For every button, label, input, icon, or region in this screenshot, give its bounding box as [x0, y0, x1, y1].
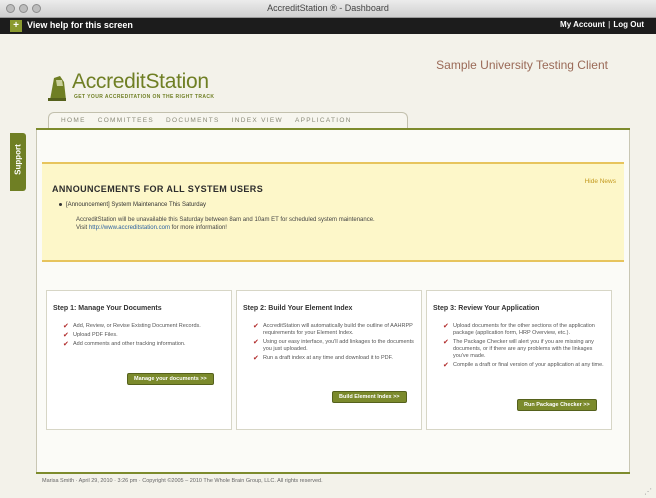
tab-home[interactable]: HOME — [61, 117, 86, 124]
help-bar: + View help for this screen My Account | L… — [0, 18, 656, 34]
step-title: Step 2: Build Your Element Index — [243, 305, 353, 312]
step-title: Step 3: Review Your Application — [433, 305, 540, 312]
footer-text: Marisa Smith · April 29, 2010 · 3:26 pm … — [42, 478, 323, 484]
tab-documents[interactable]: DOCUMENTS — [166, 117, 220, 124]
step-2-card: Step 2: Build Your Element Index ✔ Accred… — [236, 290, 422, 430]
hide-news-link[interactable]: Hide News — [585, 178, 616, 185]
announcements-box: Hide News ANNOUNCEMENTS FOR ALL SYSTEM U… — [42, 162, 624, 262]
run-package-checker-button[interactable]: Run Package Checker >> — [517, 399, 597, 411]
checkmark-icon: ✔ — [253, 339, 259, 346]
manage-documents-button[interactable]: Manage your documents >> — [127, 373, 214, 385]
tab-committees[interactable]: COMMITTEES — [98, 117, 154, 124]
main-nav-tabs: HOME COMMITTEES DOCUMENTS INDEX VIEW APP… — [48, 112, 408, 128]
list-item: ✔ Run a draft index at any time and downl… — [253, 355, 393, 362]
account-links: My Account | Log Out — [560, 20, 644, 29]
build-element-index-button[interactable]: Build Element Index >> — [332, 391, 407, 403]
checkmark-icon: ✔ — [253, 323, 259, 330]
list-item: ✔ Using our easy interface, you'll add li… — [253, 339, 414, 352]
checkmark-icon: ✔ — [443, 339, 449, 346]
step-list: ✔ Add, Review, or Revise Existing Documen… — [63, 323, 228, 350]
step-title: Step 1: Manage Your Documents — [53, 305, 162, 312]
window-title: AccreditStation ® - Dashboard — [267, 3, 389, 13]
checkmark-icon: ✔ — [443, 323, 449, 330]
announcements-title: ANNOUNCEMENTS FOR ALL SYSTEM USERS — [52, 184, 264, 194]
step-list: ✔ AccreditStation will automatically buil… — [253, 323, 418, 364]
step-list: ✔ Upload documents for the other sections… — [443, 323, 608, 371]
checkmark-icon: ✔ — [443, 362, 449, 369]
list-item: ✔ Add comments and other tracking informa… — [63, 341, 186, 348]
support-tab[interactable]: Support — [10, 133, 26, 191]
tab-application[interactable]: APPLICATION — [295, 117, 352, 124]
my-account-link[interactable]: My Account — [560, 20, 605, 29]
list-item: ✔ The Package Checker will alert you if y… — [443, 339, 594, 359]
checkmark-icon: ✔ — [63, 341, 69, 348]
list-item: ✔ Add, Review, or Revise Existing Documen… — [63, 323, 201, 330]
list-item: ✔ Upload documents for the other sections… — [443, 323, 595, 336]
footer-border — [36, 472, 630, 474]
support-label: Support — [13, 144, 23, 175]
train-logo-icon — [48, 76, 66, 101]
checkmark-icon: ✔ — [63, 323, 69, 330]
announcement-body: AccreditStation will be unavailable this… — [76, 216, 516, 232]
checkmark-icon: ✔ — [63, 332, 69, 339]
panel-top-border — [36, 128, 630, 130]
tab-index-view[interactable]: INDEX VIEW — [232, 117, 283, 124]
announcement-text: AccreditStation will be unavailable this… — [76, 217, 375, 223]
plus-icon[interactable]: + — [10, 20, 22, 32]
website-link[interactable]: http://www.accreditstation.com — [89, 225, 170, 231]
logo-name[interactable]: AccreditStation — [72, 70, 209, 94]
title-bar: AccreditStation ® - Dashboard — [0, 0, 656, 18]
list-item: ✔ Upload PDF Files. — [63, 332, 118, 339]
view-help-link[interactable]: View help for this screen — [27, 20, 133, 30]
visit-suffix: for more information! — [171, 225, 227, 231]
client-name: Sample University Testing Client — [436, 58, 608, 72]
logout-link[interactable]: Log Out — [613, 20, 644, 29]
step-3-card: Step 3: Review Your Application ✔ Upload … — [426, 290, 612, 430]
list-item: ✔ Compile a draft or final version of you… — [443, 362, 604, 369]
browser-window: AccreditStation ® - Dashboard + View hel… — [0, 0, 656, 498]
announcement-visit-line: Visit http://www.accreditstation.com for… — [76, 224, 516, 232]
logo-tagline: GET YOUR ACCREDITATION ON THE RIGHT TRAC… — [74, 94, 215, 100]
resize-grip-icon[interactable]: ⋰ — [644, 487, 652, 496]
visit-prefix: Visit — [76, 225, 88, 231]
list-item: ✔ AccreditStation will automatically buil… — [253, 323, 413, 336]
separator: | — [608, 20, 611, 29]
bullet-icon — [59, 203, 62, 206]
checkmark-icon: ✔ — [253, 355, 259, 362]
announcement-headline: [Announcement] System Maintenance This S… — [66, 202, 206, 208]
step-1-card: Step 1: Manage Your Documents ✔ Add, Revi… — [46, 290, 232, 430]
